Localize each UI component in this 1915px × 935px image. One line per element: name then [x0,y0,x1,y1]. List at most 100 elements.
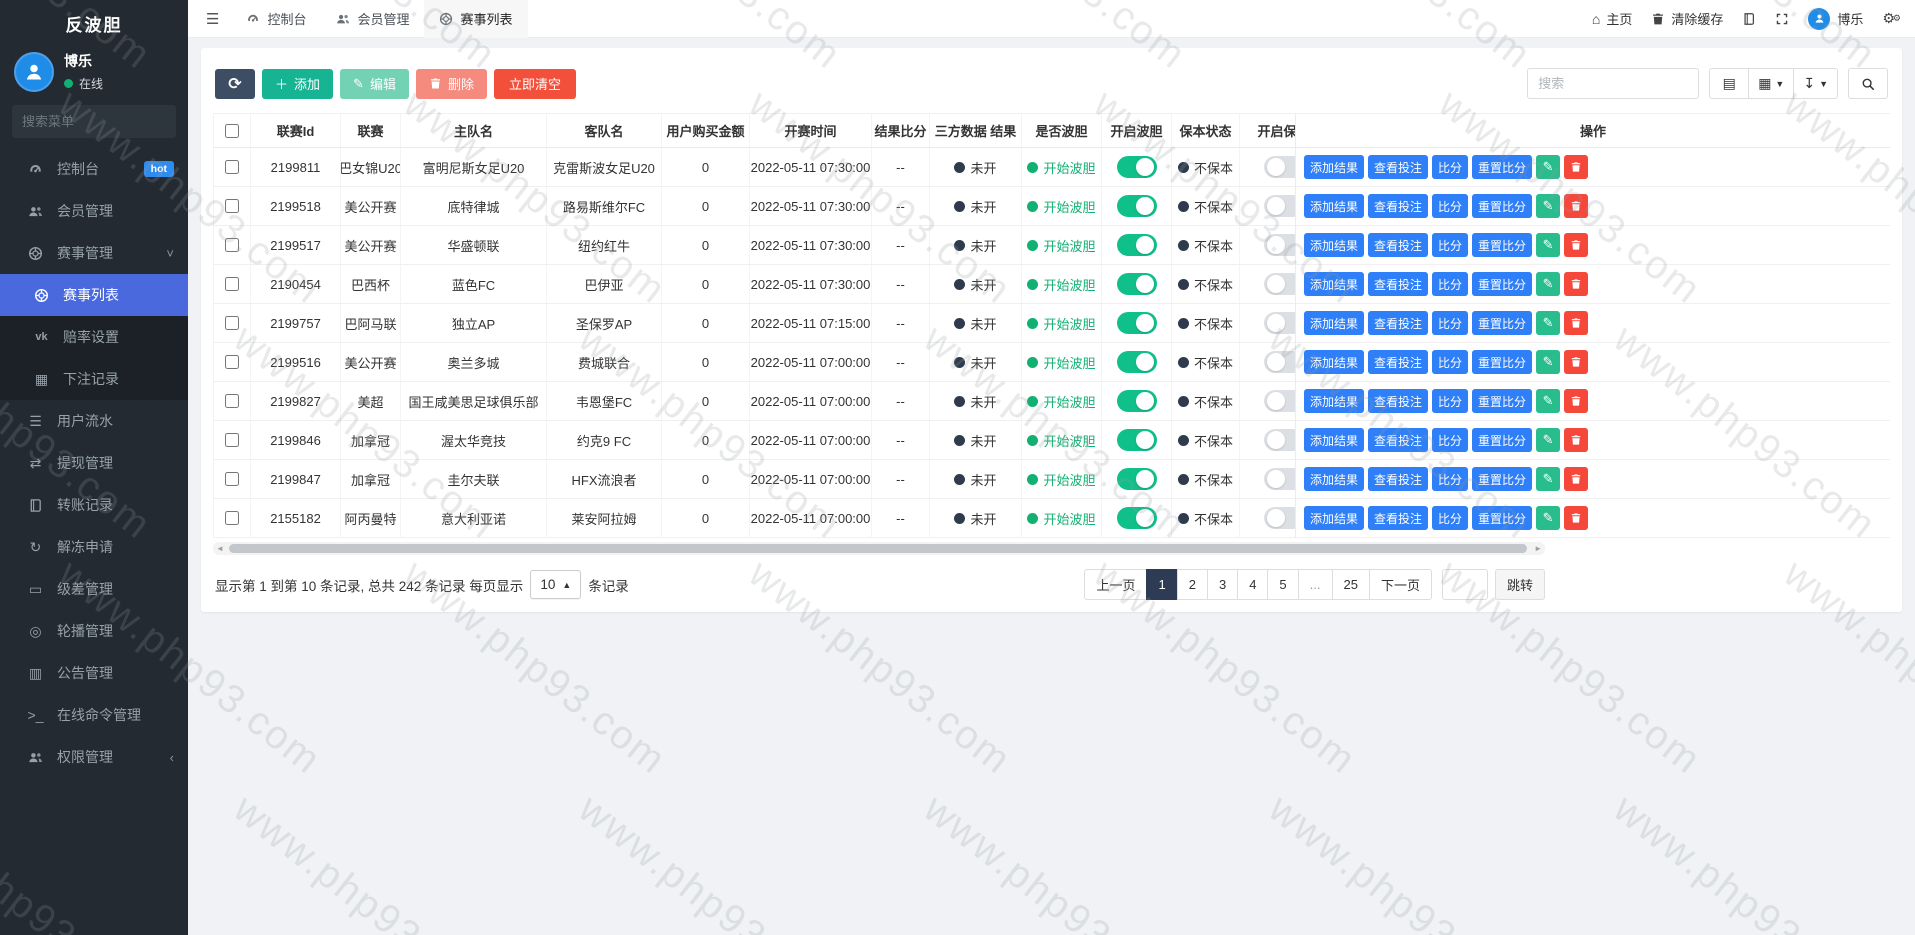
clear-all-button[interactable]: 立即清空 [493,68,576,99]
action-view-bets-button[interactable]: 查看投注 [1368,389,1429,413]
sidebar-item-level-diff-mgmt[interactable]: ▭ 级差管理 [0,568,188,610]
action-add-result-button[interactable]: 添加结果 [1304,311,1365,335]
action-add-result-button[interactable]: 添加结果 [1304,506,1365,530]
row-edit-button[interactable]: ✎ [1536,194,1561,218]
row-checkbox[interactable] [225,316,239,330]
fullscreen-icon[interactable] [1775,12,1789,26]
row-edit-button[interactable]: ✎ [1536,272,1561,296]
row-delete-button[interactable] [1564,233,1589,257]
tab-console[interactable]: 控制台 [231,0,321,38]
action-view-bets-button[interactable]: 查看投注 [1368,194,1429,218]
bodan-toggle[interactable] [1116,234,1157,256]
sidebar-item-bet-records[interactable]: ▦ 下注记录 [0,358,188,400]
action-score-button[interactable]: 比分 [1432,467,1469,491]
search-button[interactable] [1848,68,1888,99]
row-checkbox[interactable] [225,472,239,486]
action-reset-score-button[interactable]: 重置比分 [1472,194,1533,218]
delete-button[interactable]: 删除 [415,68,487,99]
jump-page-input[interactable] [1441,569,1488,600]
page-button-1[interactable]: 1 [1146,569,1178,600]
bodan-toggle[interactable] [1116,312,1157,334]
row-delete-button[interactable] [1564,350,1589,374]
sidebar-item-permission-mgmt[interactable]: 权限管理 ‹ [0,736,188,778]
per-page-select[interactable]: 10 ▲ [530,570,582,599]
avatar[interactable] [14,51,54,92]
action-add-result-button[interactable]: 添加结果 [1304,467,1365,491]
sidebar-item-withdraw-mgmt[interactable]: ⇄ 提现管理 [0,442,188,484]
action-reset-score-button[interactable]: 重置比分 [1472,233,1533,257]
action-score-button[interactable]: 比分 [1432,428,1469,452]
sidebar-item-console[interactable]: 控制台 hot [0,148,188,190]
sidebar-item-odds-settings[interactable]: vk 赔率设置 [0,316,188,358]
tab-members[interactable]: 会员管理 [321,0,424,38]
row-delete-button[interactable] [1564,272,1589,296]
page-button-4[interactable]: 4 [1237,569,1269,600]
sidebar-item-online-command-mgmt[interactable]: >_ 在线命令管理 [0,694,188,736]
columns-button[interactable]: ▦ ▼ [1748,68,1795,99]
row-edit-button[interactable]: ✎ [1536,233,1561,257]
add-button[interactable]: ＋添加 [262,68,334,99]
row-checkbox[interactable] [225,238,239,252]
action-score-button[interactable]: 比分 [1432,350,1469,374]
action-view-bets-button[interactable]: 查看投注 [1368,350,1429,374]
sidebar-item-transfer-records[interactable]: 转账记录 [0,484,188,526]
page-button-3[interactable]: 3 [1206,569,1239,600]
action-reset-score-button[interactable]: 重置比分 [1472,389,1533,413]
action-view-bets-button[interactable]: 查看投注 [1368,155,1429,179]
sidebar-item-members[interactable]: 会员管理 [0,190,188,232]
action-reset-score-button[interactable]: 重置比分 [1472,467,1533,491]
page-button-25[interactable]: 25 [1331,569,1370,600]
action-reset-score-button[interactable]: 重置比分 [1472,350,1533,374]
bodan-toggle[interactable] [1116,195,1157,217]
action-reset-score-button[interactable]: 重置比分 [1472,428,1533,452]
row-edit-button[interactable]: ✎ [1536,428,1561,452]
bodan-toggle[interactable] [1116,507,1157,529]
action-score-button[interactable]: 比分 [1432,311,1469,335]
row-edit-button[interactable]: ✎ [1536,389,1561,413]
row-delete-button[interactable] [1564,389,1589,413]
row-delete-button[interactable] [1564,311,1589,335]
action-view-bets-button[interactable]: 查看投注 [1368,428,1429,452]
row-delete-button[interactable] [1564,155,1589,179]
sidebar-item-carousel-mgmt[interactable]: ◎ 轮播管理 [0,610,188,652]
action-reset-score-button[interactable]: 重置比分 [1472,272,1533,296]
row-delete-button[interactable] [1564,194,1589,218]
bodan-toggle[interactable] [1116,429,1157,451]
next-page-button[interactable]: 下一页 [1368,569,1432,600]
row-delete-button[interactable] [1564,428,1589,452]
action-view-bets-button[interactable]: 查看投注 [1368,467,1429,491]
sidebar-item-user-flow[interactable]: ☰ 用户流水 [0,400,188,442]
home-link[interactable]: ⌂ 主页 [1592,9,1632,28]
sidebar-item-unfreeze-apply[interactable]: ↻ 解冻申请 [0,526,188,568]
row-delete-button[interactable] [1564,506,1589,530]
row-checkbox[interactable] [225,433,239,447]
edit-button[interactable]: ✎ 编辑 [340,68,409,99]
table-search-input[interactable] [1527,68,1700,99]
user-menu[interactable]: 博乐 [1808,7,1863,30]
row-checkbox[interactable] [225,394,239,408]
menu-search-input[interactable] [22,114,198,129]
bodan-toggle[interactable] [1116,468,1157,490]
action-score-button[interactable]: 比分 [1432,155,1469,179]
row-edit-button[interactable]: ✎ [1536,350,1561,374]
action-view-bets-button[interactable]: 查看投注 [1368,506,1429,530]
action-add-result-button[interactable]: 添加结果 [1304,428,1365,452]
action-reset-score-button[interactable]: 重置比分 [1472,155,1533,179]
horizontal-scrollbar[interactable]: ◄ ► [213,542,1545,555]
chevron-left-icon[interactable]: ‹ [170,750,174,765]
row-checkbox[interactable] [225,160,239,174]
page-button-2[interactable]: 2 [1176,569,1208,600]
clear-cache-link[interactable]: 清除缓存 [1651,9,1723,28]
prev-page-button[interactable]: 上一页 [1084,569,1148,600]
row-checkbox[interactable] [225,277,239,291]
bodan-toggle[interactable] [1116,390,1157,412]
scrollbar-thumb[interactable] [228,544,1528,553]
export-button[interactable]: ↧ ▼ [1793,68,1838,99]
sidebar-item-match-list[interactable]: 赛事列表 [0,274,188,316]
row-checkbox[interactable] [225,199,239,213]
refresh-button[interactable]: ⟳ [215,68,255,99]
row-checkbox[interactable] [225,511,239,525]
page-ellipsis[interactable]: ... [1297,569,1333,600]
scroll-left-arrow[interactable]: ◄ [213,544,227,553]
action-add-result-button[interactable]: 添加结果 [1304,233,1365,257]
